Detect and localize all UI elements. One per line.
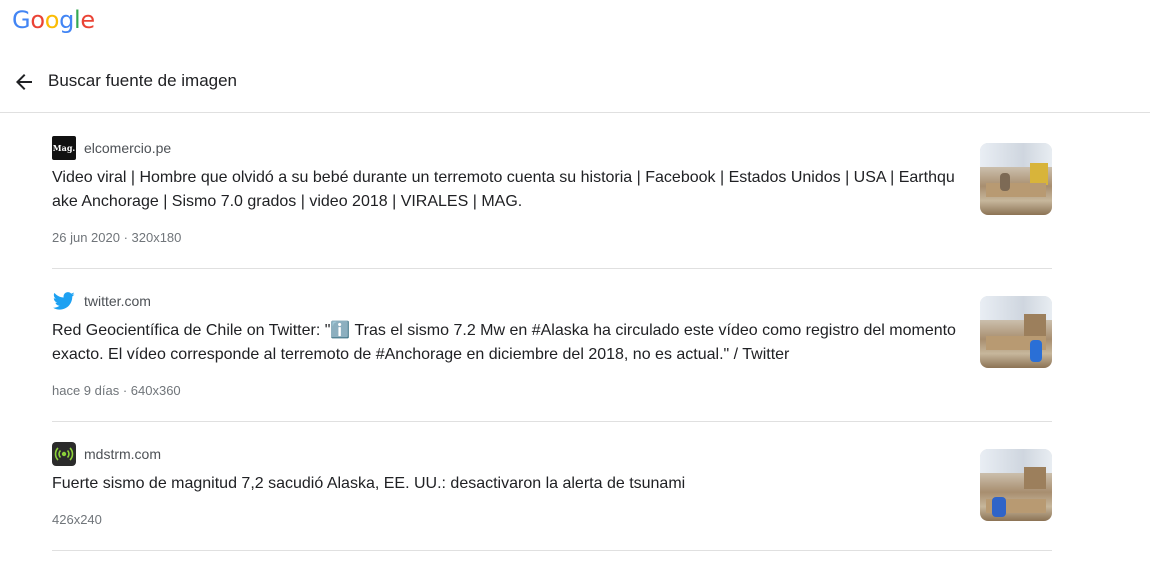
result-thumbnail[interactable] [980,296,1052,368]
result-domain: twitter.com [84,293,151,309]
arrow-left-icon [16,74,32,90]
signal-broadcast-icon [52,442,76,466]
logo-letter: e [80,6,95,34]
result-item: twitter.com Red Geocientífica de Chile o… [52,269,1052,422]
twitter-bird-icon [52,289,76,313]
result-meta: 426x240 [52,512,102,527]
logo-letter: o [44,6,60,34]
result-meta: 26 jun 2020 · 320x180 [52,230,182,245]
thumbnail-desk [986,183,1046,197]
result-domain: mdstrm.com [84,446,161,462]
page-title: Buscar fuente de imagen [48,71,238,90]
thumbnail-figure [1000,173,1010,191]
logo-letter: o [30,6,45,34]
thumbnail-shelf [1024,314,1046,336]
result-item: mdstrm.com Fuerte sismo de magnitud 7,2 … [52,422,1052,551]
logo-letter: g [59,6,75,34]
page-header: Buscar fuente de imagen [0,60,1150,113]
thumbnail-shelf [1024,467,1046,489]
result-thumbnail[interactable] [980,143,1052,215]
thumbnail-shelf [1030,163,1048,185]
result-domain: elcomercio.pe [84,140,172,156]
results-list: Mag. elcomercio.pe Video viral | Hombre … [52,116,1052,551]
result-item: Mag. elcomercio.pe Video viral | Hombre … [52,116,1052,269]
result-thumbnail[interactable] [980,449,1052,521]
result-source[interactable]: twitter.com [52,289,151,313]
logo-letter: G [12,6,31,34]
result-title[interactable]: Red Geocientífica de Chile on Twitter: "… [52,319,960,367]
thumbnail-figure [1030,340,1042,362]
result-title[interactable]: Fuerte sismo de magnitud 7,2 sacudió Ala… [52,472,960,496]
result-meta: hace 9 días · 640x360 [52,383,181,398]
result-source[interactable]: Mag. elcomercio.pe [52,136,171,160]
result-title[interactable]: Video viral | Hombre que olvidó a su beb… [52,166,960,214]
information-emoji-icon: ℹ️ [330,322,351,339]
result-title-text: Red Geocientífica de Chile on Twitter: " [52,322,331,339]
back-button[interactable] [12,70,36,94]
google-logo[interactable]: Google [12,6,95,34]
result-source[interactable]: mdstrm.com [52,442,161,466]
thumbnail-figure [992,497,1006,517]
mag-icon: Mag. [52,136,76,160]
